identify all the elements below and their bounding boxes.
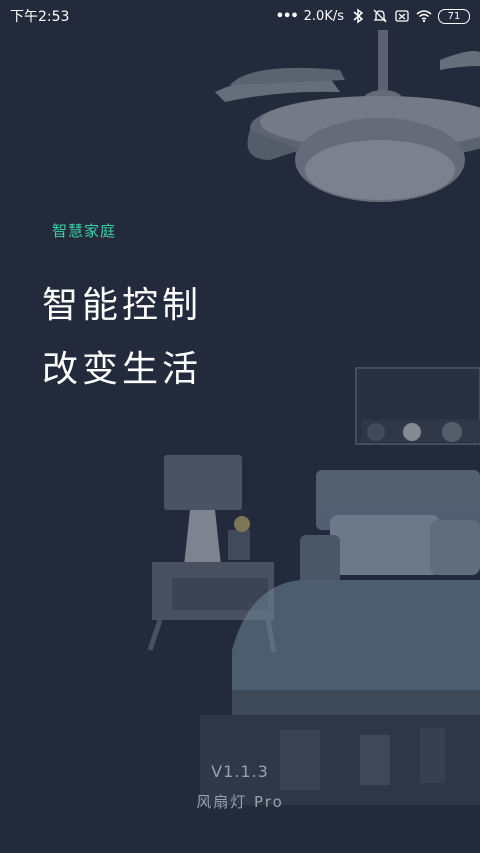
battery-icon: 71 <box>438 8 470 24</box>
headline-line-2: 改变生活 <box>42 349 203 390</box>
mute-bell-icon <box>373 9 387 23</box>
more-dots-icon: ••• <box>275 8 299 24</box>
wifi-icon <box>416 10 432 23</box>
app-category-label: 智慧家庭 <box>52 222 117 240</box>
status-icons: ••• 2.0K/s 71 <box>276 8 470 24</box>
status-time: 下午2:53 <box>10 9 70 25</box>
bluetooth-icon <box>353 8 364 24</box>
ceiling-fan-illustration <box>215 30 480 202</box>
headline-line-1: 智能控制 <box>42 285 203 326</box>
background-illustration <box>147 30 480 805</box>
status-bar: 下午2:53 ••• 2.0K/s 71 <box>0 0 480 32</box>
version-label: V1.1.3 <box>211 762 269 781</box>
app-name-label: 风扇灯 Pro <box>196 793 284 811</box>
wall-picture-illustration <box>355 367 480 445</box>
sim-off-icon <box>395 10 409 22</box>
network-speed: 2.0K/s <box>303 8 344 24</box>
